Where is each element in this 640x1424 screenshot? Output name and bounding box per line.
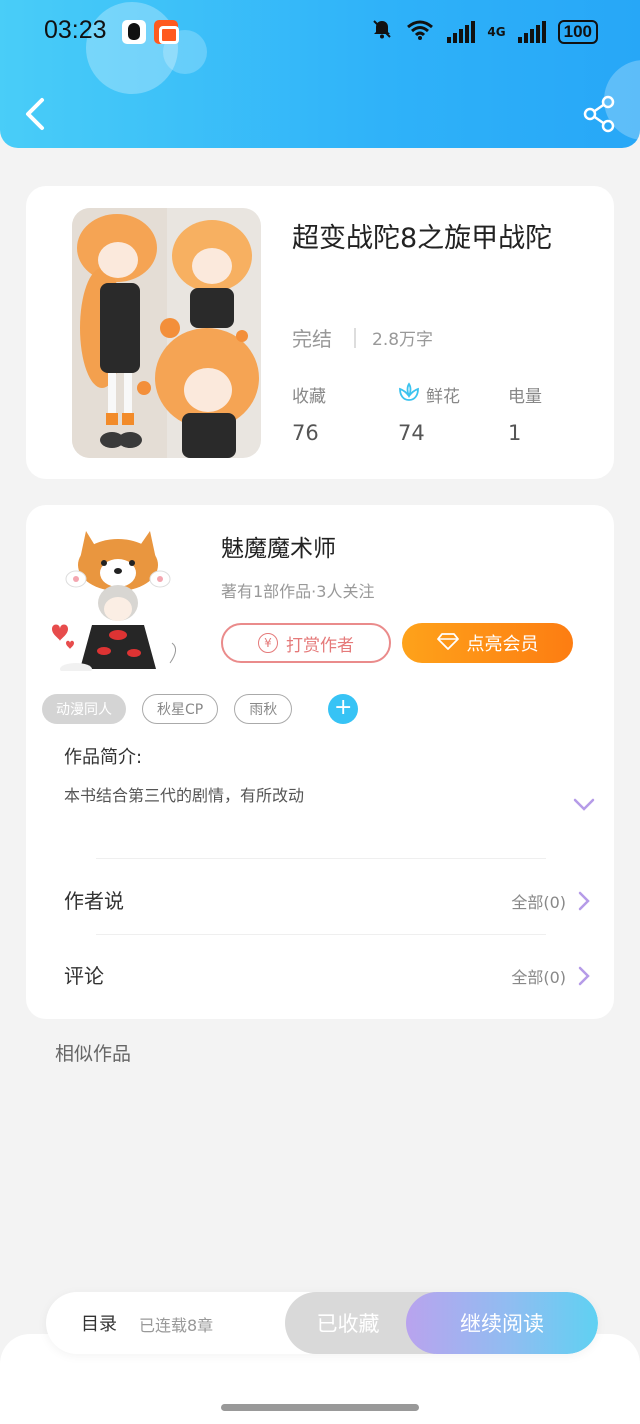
tag-chip[interactable]: 秋星CP <box>142 694 219 724</box>
book-title: 超变战陀8之旋甲战陀 <box>292 223 553 254</box>
intro-title: 作品简介: <box>64 747 143 768</box>
stat-value: 74 <box>398 421 425 445</box>
intro-text: 本书结合第三代的剧情，有所改动 <box>64 786 305 805</box>
comments-link[interactable]: 全部(0) <box>511 964 590 988</box>
chapter-count[interactable]: 已连载8章 <box>139 1312 213 1336</box>
stat-label: 电量 <box>508 387 542 407</box>
divider <box>354 327 356 348</box>
stat-value: 1 <box>508 421 522 445</box>
similar-works-heading: 相似作品 <box>55 1043 132 1065</box>
book-info-card: 超变战陀8之旋甲战陀 完结 2.8万字 收藏 76 鲜花 74 电量 1 <box>26 186 614 479</box>
chevron-left-icon <box>26 98 44 130</box>
book-status-line: 完结 2.8万字 <box>292 323 433 352</box>
kuaishou-icon <box>154 20 179 44</box>
tip-author-button[interactable]: ¥ 打赏作者 <box>221 623 391 663</box>
collected-label: 已收藏 <box>316 1312 380 1336</box>
author-name[interactable]: 魅魔魔术师 <box>221 529 336 563</box>
tag-chip[interactable]: 雨秋 <box>234 694 293 724</box>
stat-label: 鲜花 <box>426 387 460 407</box>
author-avatar[interactable] <box>46 519 190 675</box>
author-notes-label[interactable]: 作者说 <box>64 885 124 914</box>
tag-list: 动漫同人 秋星CP 雨秋 + <box>42 694 359 724</box>
network-type: 4G <box>487 24 506 39</box>
wifi-icon <box>405 19 435 45</box>
tip-author-label: 打赏作者 <box>286 635 354 656</box>
tag-chip[interactable]: 动漫同人 <box>42 694 126 724</box>
chevron-right-icon <box>578 966 590 986</box>
continue-reading-label: 继续阅读 <box>460 1312 544 1336</box>
chevron-down-icon <box>573 798 595 811</box>
add-tag-button[interactable]: + <box>328 694 359 724</box>
share-button[interactable] <box>578 92 622 136</box>
status-icons: 4G 100 <box>371 18 598 45</box>
divider <box>96 934 546 935</box>
continue-reading-button[interactable]: 继续阅读 <box>406 1292 598 1354</box>
bell-muted-icon <box>371 18 393 45</box>
yen-icon: ¥ <box>258 633 278 653</box>
signal-icon <box>447 20 476 43</box>
top-header: 03:23 4G 100 <box>0 0 640 148</box>
word-count: 2.8万字 <box>372 330 434 350</box>
chevron-right-icon <box>578 891 590 911</box>
battery-level: 100 <box>557 19 598 44</box>
back-button[interactable] <box>18 92 62 136</box>
toc-button[interactable]: 目录 <box>81 1310 117 1336</box>
book-status: 完结 <box>292 327 332 351</box>
diamond-icon <box>436 632 459 655</box>
home-indicator[interactable] <box>221 1404 419 1411</box>
stat-power[interactable]: 电量 1 <box>508 382 542 445</box>
book-cover[interactable] <box>72 208 261 458</box>
author-details-card: 魅魔魔术师 著有1部作品·3人关注 ¥ 打赏作者 点亮会员 动漫同人 秋星CP … <box>26 505 614 1019</box>
flower-icon <box>398 382 420 407</box>
vip-label: 点亮会员 <box>466 634 539 655</box>
vip-button[interactable]: 点亮会员 <box>402 623 573 663</box>
bottom-action-bar: 目录 已连载8章 已收藏 继续阅读 <box>46 1292 598 1354</box>
stat-favorites[interactable]: 收藏 76 <box>292 382 326 445</box>
divider <box>96 858 546 859</box>
expand-intro-button[interactable] <box>572 797 596 813</box>
status-time: 03:23 <box>44 16 107 44</box>
stat-label: 收藏 <box>292 387 326 407</box>
row-count: 全部(0) <box>511 968 566 987</box>
qq-icon <box>122 20 146 44</box>
stat-value: 76 <box>292 421 319 445</box>
author-summary: 著有1部作品·3人关注 <box>221 582 375 601</box>
row-count: 全部(0) <box>511 893 566 912</box>
signal-icon-2 <box>517 20 546 43</box>
author-notes-link[interactable]: 全部(0) <box>511 889 590 913</box>
comments-label[interactable]: 评论 <box>64 960 104 989</box>
share-icon <box>583 95 615 133</box>
stat-flowers[interactable]: 鲜花 74 <box>398 382 460 445</box>
